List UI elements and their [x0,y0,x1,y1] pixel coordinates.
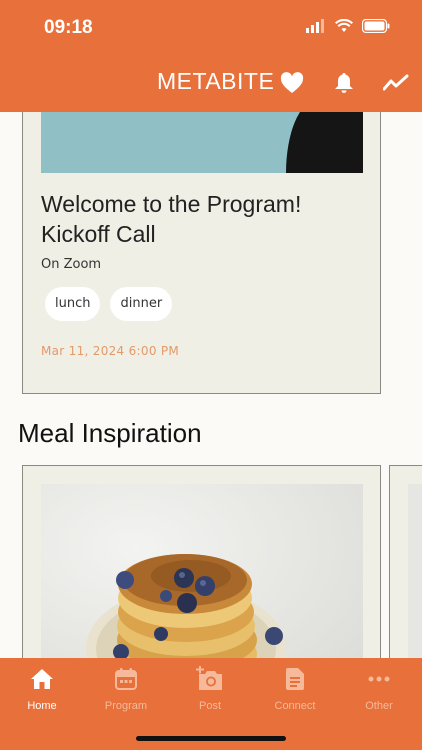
tag-dinner[interactable]: dinner [110,287,173,321]
section-title-meal-inspiration: Meal Inspiration [18,418,202,448]
event-card[interactable]: Welcome to the Program! Kickoff Call On … [22,112,381,394]
tag-lunch[interactable]: lunch [45,287,101,321]
pancake-image [41,484,363,658]
status-bar: 09:18 [0,0,422,56]
heart-icon[interactable] [279,70,305,96]
bottom-nav: Home Program Post Connect Other [0,658,422,750]
meal-card-next-image [408,484,422,658]
nav-connect[interactable]: Connect [253,666,337,716]
event-date: Mar 11, 2024 6:00 PM [41,344,180,358]
signal-icon [306,18,326,37]
event-tags: lunch dinner [45,287,173,321]
nav-other[interactable]: Other [337,666,421,716]
nav-program-label: Program [104,700,148,712]
nav-home[interactable]: Home [0,666,84,716]
meal-card-next[interactable] [389,465,422,658]
camera-add-icon [168,666,252,692]
nav-connect-label: Connect [274,700,316,712]
battery-icon [361,18,390,37]
event-location: On Zoom [41,257,102,272]
event-image [41,112,363,173]
nav-home-label: Home [27,700,57,712]
nav-post-label: Post [198,700,221,712]
header: 09:18 METABITE [0,0,422,112]
app-title: METABITE [157,68,275,94]
nav-other-label: Other [365,700,393,712]
nav-post[interactable]: Post [168,666,252,716]
trend-icon[interactable] [383,70,409,96]
home-icon [0,666,84,692]
document-icon [253,666,337,692]
meal-card[interactable] [22,465,381,658]
status-time: 09:18 [44,17,93,38]
home-indicator [136,736,286,741]
wifi-icon [335,18,353,37]
calendar-icon [84,666,168,692]
nav-program[interactable]: Program [84,666,168,716]
status-icons [306,18,390,37]
app-bar: METABITE [0,62,422,102]
event-title: Welcome to the Program! Kickoff Call [41,191,302,247]
bell-icon[interactable] [331,70,357,96]
more-icon [337,666,421,692]
feed-content[interactable]: Welcome to the Program! Kickoff Call On … [0,112,422,658]
